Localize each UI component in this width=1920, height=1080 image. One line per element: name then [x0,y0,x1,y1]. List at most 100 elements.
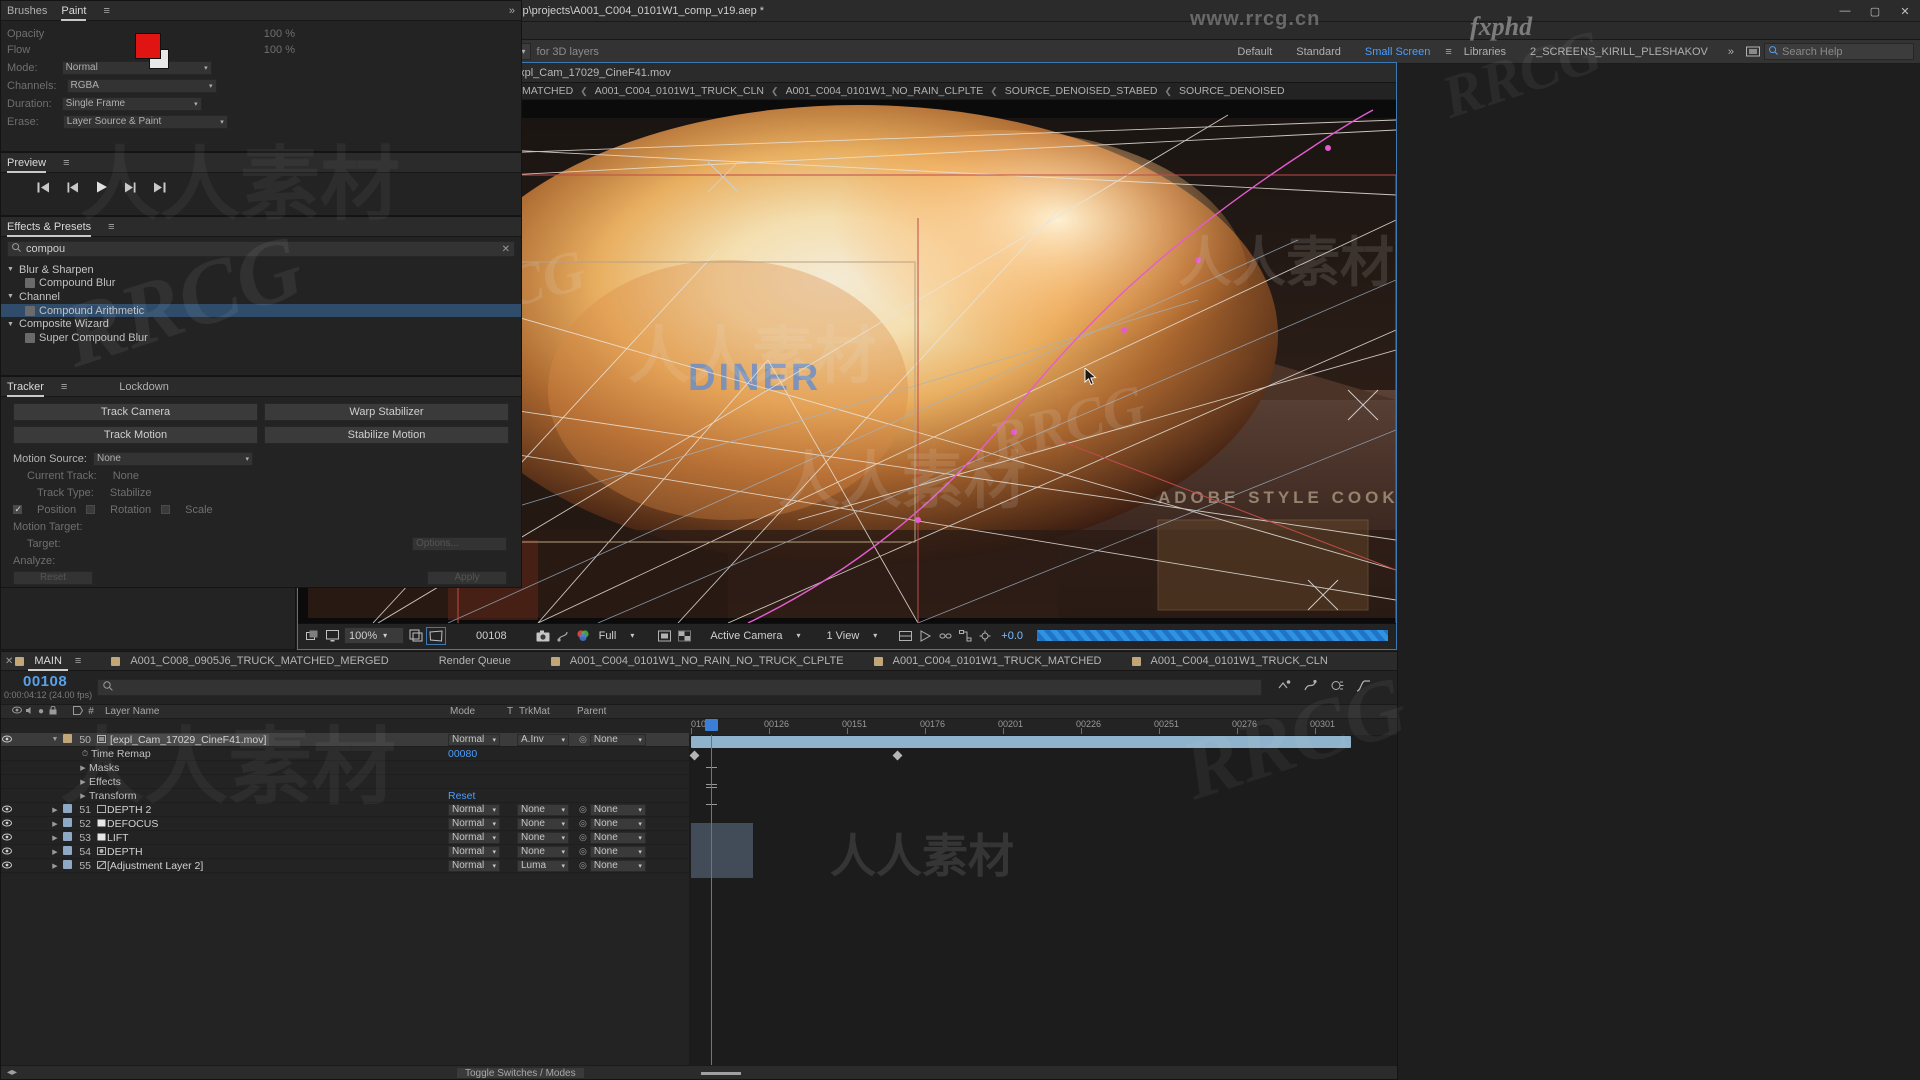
track-camera-button[interactable]: Track Camera [13,403,258,421]
fx-category-blur-sharpen[interactable]: ▼ Blur & Sharpen [1,263,521,277]
property-name[interactable]: Time Remap [91,748,151,760]
current-frame-value[interactable]: 00108 [476,630,507,642]
region-of-interest-icon[interactable] [426,627,446,645]
parent-pickwhip-icon[interactable]: ◎ [579,846,587,857]
layer-trkmat-select[interactable]: Luma▾ [517,860,569,872]
current-time-display[interactable]: 00108 [23,673,67,690]
timeline-graph[interactable] [689,735,1397,1065]
flow-value[interactable]: 100 % [264,44,295,56]
layer-trkmat-select[interactable]: None▾ [517,818,569,830]
breadcrumb-source-denoised[interactable]: SOURCE_DENOISED [1179,85,1285,97]
timeline-tab-truck-matched-merged[interactable]: A001_C008_0905J6_TRUCK_MATCHED_MERGED [120,652,398,671]
workspace-default[interactable]: Default [1225,40,1284,64]
layer-parent-select[interactable]: None▾ [590,818,646,830]
twirl-down-icon[interactable]: ▼ [49,736,61,743]
twirl-right-icon[interactable]: ▶ [77,792,89,800]
always-preview-icon[interactable] [302,627,322,645]
comp-flowchart-icon[interactable] [955,627,975,645]
search-help-input[interactable]: Search Help [1764,43,1914,60]
layer-color-swatch[interactable] [63,804,72,813]
effects-presets-menu-icon[interactable]: ≡ [108,221,114,233]
channels-icon[interactable] [573,627,593,645]
resolution-region-icon[interactable] [406,627,426,645]
foreground-color-swatch[interactable] [135,33,161,59]
timeline-link-icon[interactable] [935,627,955,645]
layer-parent-select[interactable]: None▾ [590,832,646,844]
layer-mode-select[interactable]: Normal▾ [448,846,500,858]
chevron-down-icon[interactable]: ▾ [788,627,808,645]
workspace-small-screen[interactable]: Small Screen [1353,40,1442,64]
paint-erase-select[interactable]: Layer Source & Paint ▾ [63,115,228,129]
layer-duration-bar[interactable] [691,736,1351,748]
layer-parent-select[interactable]: None▾ [590,734,646,746]
layer-mode-select[interactable]: Normal▾ [448,832,500,844]
tab-paint[interactable]: Paint [61,1,86,21]
timeline-tab-render-queue[interactable]: Render Queue [429,652,521,671]
table-row[interactable]: ▼ 50 [expl_Cam_17029_CineF41.mov] Normal… [1,733,689,747]
parent-pickwhip-icon[interactable]: ◎ [579,860,587,871]
expand-collapse-icon[interactable]: ◂▸ [7,1067,17,1078]
timeline-tab-main[interactable]: MAIN [24,652,72,671]
paint-duration-select[interactable]: Single Frame ▾ [62,97,202,111]
pixel-aspect-icon[interactable] [895,627,915,645]
twirl-right-icon[interactable]: ▶ [49,820,61,828]
parent-pickwhip-icon[interactable]: ◎ [579,804,587,815]
layer-name[interactable]: DEPTH [107,846,143,858]
table-row[interactable]: ▶ 54 DEPTH Normal▾ None▾ ◎None▾ [1,845,689,859]
toggle-mask-icon[interactable] [654,627,674,645]
layer-trkmat-select[interactable]: None▾ [517,804,569,816]
keyframe[interactable] [893,751,903,761]
paint-overflow-icon[interactable]: » [509,5,515,17]
preview-menu-icon[interactable]: ≡ [63,157,69,169]
table-row[interactable]: ⏱ Time Remap 00080 [1,747,689,761]
exposure-reset-icon[interactable] [975,627,995,645]
video-toggle-icon[interactable] [1,735,13,745]
timeline-menu-icon[interactable]: ≡ [75,655,81,667]
timeline-tab-truck-matched[interactable]: A001_C004_0101W1_TRUCK_MATCHED [883,652,1112,671]
layer-color-swatch[interactable] [63,860,72,869]
twirl-right-icon[interactable]: ▶ [49,806,61,814]
layer-trkmat-select[interactable]: A.Inv▾ [517,734,569,746]
prev-frame-icon[interactable] [66,182,79,196]
paint-mode-select[interactable]: Normal ▾ [62,61,212,75]
property-group-name[interactable]: Masks [89,762,119,774]
rotation-checkbox[interactable] [86,505,95,514]
fx-category-channel[interactable]: ▼ Channel [1,290,521,304]
chevron-down-icon[interactable]: ▾ [865,627,885,645]
fx-effect-compound-arithmetic[interactable]: Compound Arithmetic [1,304,521,318]
table-row[interactable]: ▶ 52 DEFOCUS Normal▾ None▾ ◎None▾ [1,817,689,831]
current-time-indicator[interactable] [711,735,712,1065]
layer-name[interactable]: [expl_Cam_17029_CineF41.mov] [107,734,269,746]
next-frame-icon[interactable] [124,182,137,196]
camera-value[interactable]: Active Camera [710,630,782,642]
timeline-tab-no-rain-no-truck[interactable]: A001_C004_0101W1_NO_RAIN_NO_TRUCK_CLPLTE [560,652,854,671]
table-row[interactable]: ▶ Transform Reset [1,789,689,803]
close-icon[interactable]: ✕ [5,656,13,667]
tab-brushes[interactable]: Brushes [7,1,47,21]
paint-channels-select[interactable]: RGBA ▾ [67,79,217,93]
toggle-transparency-icon[interactable] [674,627,694,645]
sync-settings-icon[interactable] [1743,42,1763,62]
layer-name[interactable]: [Adjustment Layer 2] [107,860,203,872]
parent-pickwhip-icon[interactable]: ◎ [579,818,587,829]
chevron-down-icon[interactable]: ▾ [622,627,642,645]
layer-parent-select[interactable]: None▾ [590,846,646,858]
layer-color-swatch[interactable] [63,818,72,827]
opacity-value[interactable]: 100 % [264,28,295,40]
workspace-custom[interactable]: 2_SCREENS_KIRILL_PLESHAKOV [1518,40,1720,64]
zoom-level-select[interactable]: 100% ▾ [344,627,404,644]
layer-color-swatch[interactable] [63,846,72,855]
layer-name[interactable]: DEPTH 2 [107,804,151,816]
property-group-name[interactable]: Transform [89,790,136,802]
tab-preview[interactable]: Preview [7,153,46,173]
table-row[interactable]: ▶ Effects [1,775,689,789]
position-checkbox[interactable] [13,505,22,514]
breadcrumb-truck-cln[interactable]: A001_C004_0101W1_TRUCK_CLN [595,85,764,97]
timeline-ruler[interactable]: 0101 00126 00151 00176 00201 00226 00251… [689,719,1397,735]
layer-search-input[interactable] [97,679,1262,696]
breadcrumb-no-rain-clplte[interactable]: A001_C004_0101W1_NO_RAIN_CLPLTE [786,85,984,97]
minimize-button[interactable]: — [1830,0,1860,22]
video-toggle-icon[interactable] [1,819,13,829]
frame-blending-icon[interactable] [1303,679,1318,695]
twirl-right-icon[interactable]: ▶ [77,778,89,786]
